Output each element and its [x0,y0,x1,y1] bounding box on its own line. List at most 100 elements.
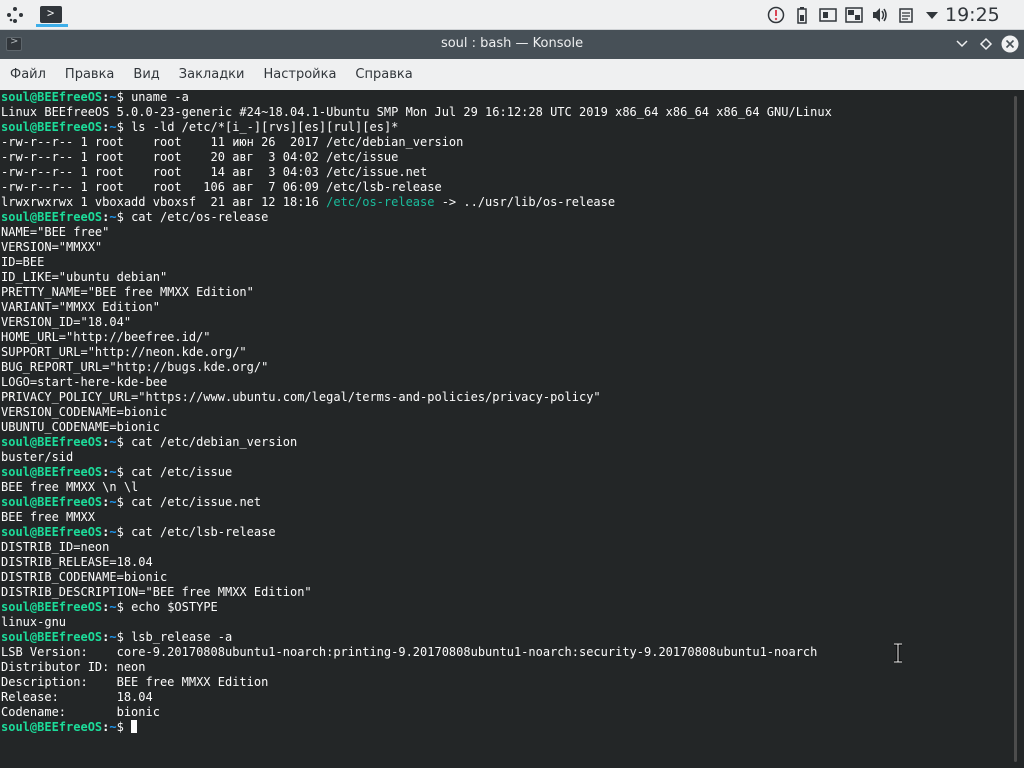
system-tray [766,5,942,25]
command-text: cat /etc/os-release [131,210,269,224]
menu-settings[interactable]: Настройка [253,67,345,82]
output-text: DISTRIB_CODENAME=bionic [1,570,168,584]
output-text: -rw-r--r-- 1 root root 14 авг 3 04:03 /e… [1,165,428,179]
prompt-path: ~ [109,600,117,614]
volume-icon[interactable] [870,5,890,25]
prompt-dollar: $ [116,435,132,449]
notes-icon[interactable] [896,5,916,25]
terminal-line: -rw-r--r-- 1 root root 14 авг 3 04:03 /e… [1,165,832,180]
close-icon [1001,35,1019,53]
terminal-line: Description: BEE free MMXX Edition [1,675,832,690]
terminal-line: ID=BEE [1,255,832,270]
prompt-user: soul@BEEfreeOS [1,90,103,104]
prompt-user: soul@BEEfreeOS [1,630,103,644]
prompt-user: soul@BEEfreeOS [1,210,103,224]
output-text: DISTRIB_ID=neon [1,540,110,554]
diamond-icon [979,37,993,51]
terminal-line: soul@BEEfreeOS:~$ echo $OSTYPE [1,600,832,615]
output-text: DISTRIB_DESCRIPTION="BEE free MMXX Editi… [1,585,312,599]
output-text: VERSION_CODENAME=bionic [1,405,168,419]
prompt-path: ~ [109,630,117,644]
terminal-line: VERSION_CODENAME=bionic [1,405,832,420]
terminal-line: Distributor ID: neon [1,660,832,675]
output-text: BEE free MMXX \n \l [1,480,139,494]
taskbar-item-konsole[interactable]: > [36,3,68,27]
terminal-line: BUG_REPORT_URL="http://bugs.kde.org/" [1,360,832,375]
menu-bookmarks[interactable]: Закладки [169,67,254,82]
menu-help[interactable]: Справка [345,67,421,82]
terminal-line: PRETTY_NAME="BEE free MMXX Edition" [1,285,832,300]
window-titlebar[interactable]: > soul : bash — Konsole [0,30,1024,59]
terminal-line: soul@BEEfreeOS:~$ uname -a [1,90,832,105]
symlink-name: /etc/os-release [326,195,435,209]
prompt-user: soul@BEEfreeOS [1,465,103,479]
output-text: -rw-r--r-- 1 root root 11 июн 26 2017 /e… [1,135,464,149]
clock[interactable]: 19:25 [945,4,1000,26]
terminal-line: soul@BEEfreeOS:~$ lsb_release -a [1,630,832,645]
output-text: linux-gnu [1,615,67,629]
battery-icon[interactable] [792,5,812,25]
device-icon[interactable] [844,5,864,25]
app-launcher-icon[interactable] [4,4,26,26]
terminal-line: Codename: bionic [1,705,832,720]
minimize-button[interactable] [953,35,971,53]
prompt-dollar: $ [116,600,132,614]
clipboard-icon[interactable] [818,5,838,25]
command-text: cat /etc/issue.net [131,495,262,509]
command-text: echo $OSTYPE [131,600,218,614]
terminal-line: SUPPORT_URL="http://neon.kde.org/" [1,345,832,360]
network-icon[interactable] [766,5,786,25]
output-text: PRETTY_NAME="BEE free MMXX Edition" [1,285,254,299]
output-text: BEE free MMXX [1,510,95,524]
terminal-line: soul@BEEfreeOS:~$ cat /etc/os-release [1,210,832,225]
output-text: lrwxrwxrwx 1 vboxadd vboxsf 21 авг 12 18… [1,195,327,209]
output-text: VARIANT="MMXX Edition" [1,300,160,314]
terminal-line: soul@BEEfreeOS:~$ cat /etc/debian_versio… [1,435,832,450]
menu-file[interactable]: Файл [0,67,55,82]
command-text: cat /etc/debian_version [131,435,298,449]
prompt-user: soul@BEEfreeOS [1,720,103,734]
output-text: buster/sid [1,450,74,464]
terminal-line: VERSION="MMXX" [1,240,832,255]
command-text: cat /etc/issue [131,465,233,479]
expand-tray-icon[interactable] [922,5,942,25]
terminal-output[interactable]: soul@BEEfreeOS:~$ uname -a Linux BEEfreeO… [1,90,832,735]
command-text: uname -a [131,90,189,104]
terminal-line: DISTRIB_ID=neon [1,540,832,555]
menu-edit[interactable]: Правка [55,67,123,82]
prompt-dollar: $ [116,120,132,134]
terminal-line: soul@BEEfreeOS:~$ ls -ld /etc/*[i_-][rvs… [1,120,832,135]
command-text: cat /etc/lsb-release [131,525,276,539]
block-cursor [131,720,138,733]
terminal-line: DISTRIB_DESCRIPTION="BEE free MMXX Editi… [1,585,832,600]
maximize-button[interactable] [977,35,995,53]
terminal-scrollbar[interactable] [1014,96,1017,762]
menu-bar: Файл Правка Вид Закладки Настройка Справ… [0,59,1024,90]
terminal-line: Release: 18.04 [1,690,832,705]
terminal-area[interactable]: soul@BEEfreeOS:~$ uname -a Linux BEEfreeO… [0,90,1024,768]
output-text: VERSION="MMXX" [1,240,103,254]
top-panel: > 19:25 [0,0,1024,30]
output-text: Codename: bionic [1,705,160,719]
output-text: BUG_REPORT_URL="http://bugs.kde.org/" [1,360,269,374]
terminal-line: lrwxrwxrwx 1 vboxadd vboxsf 21 авг 12 18… [1,195,832,210]
prompt-dollar: $ [116,210,132,224]
terminal-line: soul@BEEfreeOS:~$ cat /etc/issue [1,465,832,480]
command-text: lsb_release -a [131,630,233,644]
prompt-user: soul@BEEfreeOS [1,525,103,539]
prompt-dollar: $ [116,90,132,104]
terminal-line: VERSION_ID="18.04" [1,315,832,330]
prompt-path: ~ [109,465,117,479]
output-text: -> ../usr/lib/os-release [434,195,616,209]
terminal-line: BEE free MMXX \n \l [1,480,832,495]
prompt-path: ~ [109,120,117,134]
output-text: ID_LIKE="ubuntu debian" [1,270,168,284]
prompt-dollar: $ [116,465,132,479]
output-text: HOME_URL="http://beefree.id/" [1,330,211,344]
terminal-line: soul@BEEfreeOS:~$ cat /etc/issue.net [1,495,832,510]
command-text: ls -ld /etc/*[i_-][rvs][es][rul][es]* [131,120,399,134]
prompt-path: ~ [109,495,117,509]
terminal-line: PRIVACY_POLICY_URL="https://www.ubuntu.c… [1,390,832,405]
close-button[interactable] [1001,35,1019,53]
menu-view[interactable]: Вид [123,67,168,82]
